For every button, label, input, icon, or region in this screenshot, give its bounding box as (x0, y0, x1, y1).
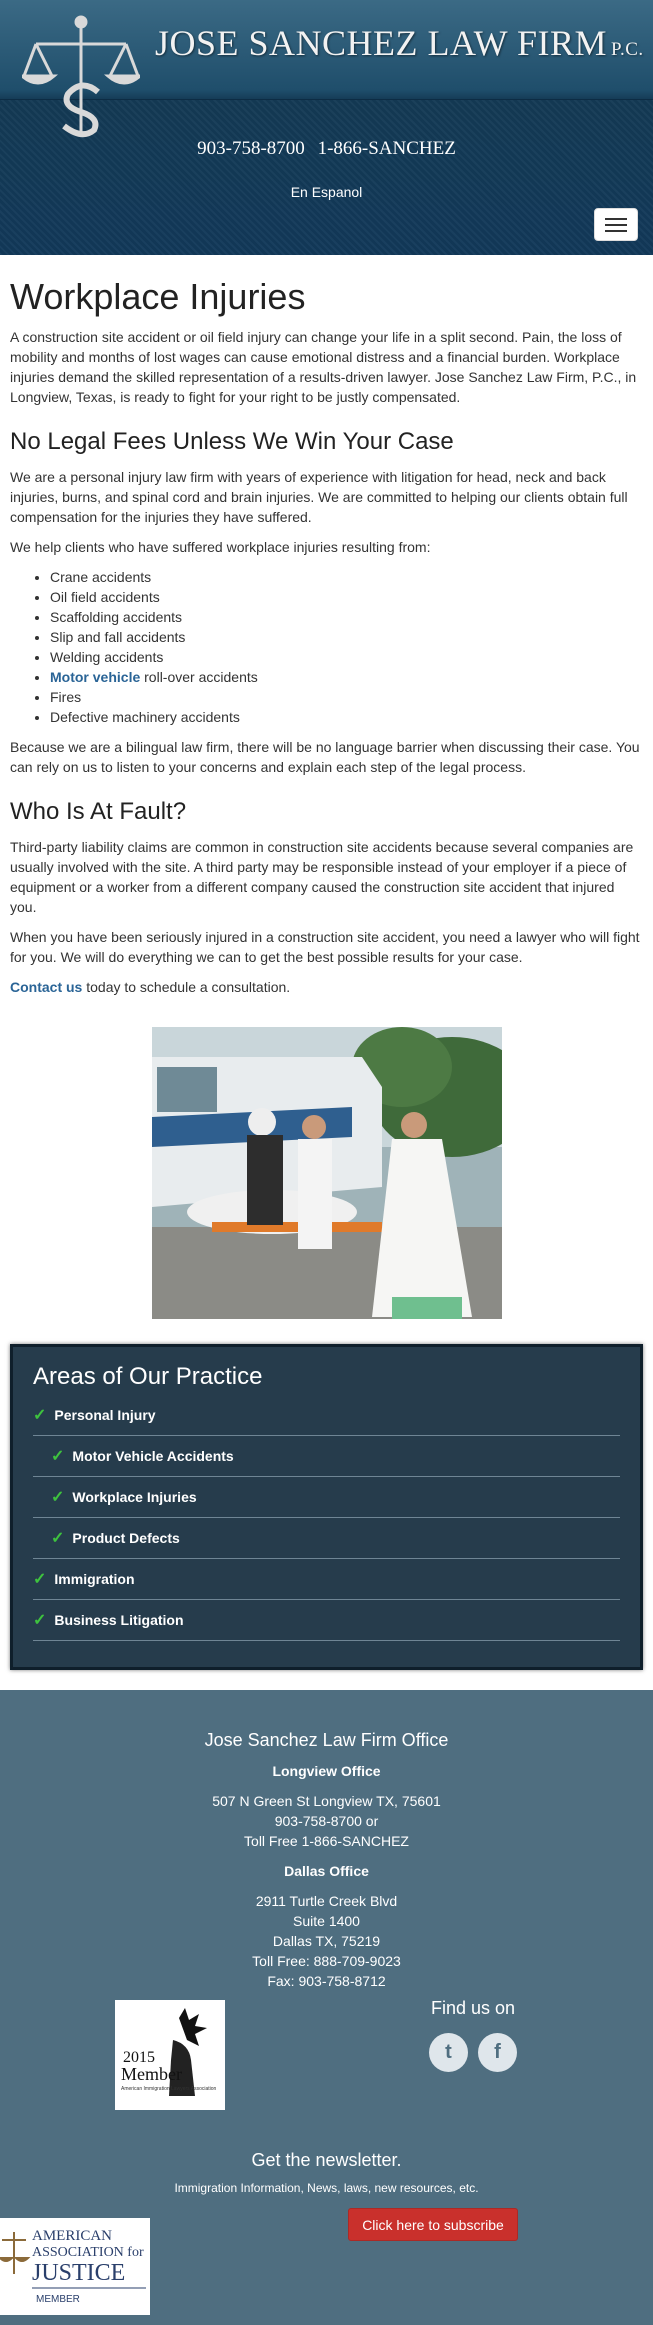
aaj-logo-graphic: AMERICAN ASSOCIATION for JUSTICE MEMBER (0, 2228, 146, 2305)
checkmark-icon: ✓ (51, 1530, 65, 1547)
contact-paragraph: Contact us today to schedule a consultat… (10, 977, 643, 997)
section-heading-fault: Who Is At Fault? (10, 798, 187, 825)
phone-link-1[interactable]: 903-758-8700 (197, 138, 305, 159)
third-party-paragraph: Third-party liability claims are common … (10, 839, 634, 915)
twitter-icon[interactable]: t (429, 2033, 468, 2072)
statue-of-liberty-icon: 2015 Member American Immigration Lawyers… (121, 2008, 217, 2096)
firm-suffix: P.C. (611, 39, 644, 60)
practice-item-label: Immigration (54, 1571, 135, 1587)
intro-paragraph: A construction site accident or oil fiel… (10, 329, 637, 405)
address-line: Dallas TX, 75219 (272, 1933, 381, 1949)
site-header: JOSE SANCHEZ LAW FIRM P.C. 903-758-8700 1… (0, 0, 653, 255)
list-intro: We help clients who have suffered workpl… (10, 539, 431, 555)
aaj-line-4: MEMBER (36, 2294, 80, 2305)
phone-line[interactable]: 903-758-8700 or (0, 1811, 653, 1831)
helicopter-rescue-photo (151, 1027, 502, 1319)
list-item: Scaffolding accidents (50, 607, 643, 627)
firm-name[interactable]: JOSE SANCHEZ LAW FIRM P.C. (155, 22, 644, 64)
subscribe-button[interactable]: Click here to subscribe (348, 2208, 518, 2241)
tollfree-line[interactable]: Toll Free 1-866-SANCHEZ (0, 1831, 653, 1851)
practice-item-product-defects[interactable]: ✓ Product Defects (33, 1518, 620, 1559)
list-item: Defective machinery accidents (50, 707, 643, 727)
find-us-label: Find us on (430, 1998, 516, 2018)
checkmark-icon: ✓ (33, 1571, 47, 1588)
practice-item-label: Motor Vehicle Accidents (72, 1448, 234, 1464)
experience-paragraph: We are a personal injury law firm with y… (10, 469, 628, 525)
aaj-line-2: ASSOCIATION for (32, 2245, 144, 2260)
aila-member-badge[interactable]: 2015 Member American Immigration Lawyers… (115, 2000, 225, 2110)
practice-areas-title: Areas of Our Practice (33, 1363, 263, 1390)
fax-line: Fax: 903-758-8712 (267, 1973, 386, 1989)
aaj-line-1: AMERICAN (32, 2228, 112, 2244)
contact-rest: today to schedule a consultation. (82, 979, 291, 995)
social-section: Find us on t f (428, 1998, 518, 2072)
list-item: Fires (50, 687, 643, 707)
dallas-address: 2911 Turtle Creek Blvd Suite 1400 Dallas… (0, 1891, 653, 1991)
fight-paragraph: When you have been seriously injured in … (10, 929, 640, 965)
practice-item-label: Business Litigation (54, 1612, 184, 1628)
checkmark-icon: ✓ (51, 1448, 65, 1465)
menu-bar-icon (605, 223, 627, 226)
address-line: Suite 1400 (293, 1913, 360, 1929)
list-item: Welding accidents (50, 647, 643, 667)
phone-link-2[interactable]: 1-866-SANCHEZ (318, 138, 456, 159)
newsletter-subtitle: Immigration Information, News, laws, new… (174, 2181, 479, 2195)
social-icons: t f (428, 2033, 518, 2072)
facebook-icon[interactable]: f (478, 2033, 517, 2072)
newsletter-section: Get the newsletter. Immigration Informat… (0, 2150, 653, 2195)
menu-bar-icon (605, 217, 627, 220)
firm-name-text: JOSE SANCHEZ LAW FIRM (155, 23, 607, 63)
header-banner: JOSE SANCHEZ LAW FIRM P.C. (0, 0, 653, 138)
scales-of-justice-logo[interactable] (22, 14, 140, 138)
motor-vehicle-link[interactable]: Motor vehicle (50, 669, 140, 685)
practice-item-workplace[interactable]: ✓ Workplace Injuries (33, 1477, 620, 1518)
badge-word: Member (121, 2064, 182, 2084)
practice-item-motor-vehicle[interactable]: ✓ Motor Vehicle Accidents (33, 1436, 620, 1477)
phone-numbers: 903-758-8700 1-866-SANCHEZ (0, 138, 653, 160)
bilingual-paragraph: Because we are a bilingual law firm, the… (10, 739, 640, 775)
practice-item-business-litigation[interactable]: ✓ Business Litigation (33, 1600, 620, 1641)
list-item: Slip and fall accidents (50, 627, 643, 647)
longview-address: 507 N Green St Longview TX, 75601 903-75… (0, 1791, 653, 1851)
page-title: Workplace Injuries (10, 276, 306, 317)
tollfree-line[interactable]: Toll Free: 888-709-9023 (0, 1951, 653, 1971)
address-line: 507 N Green St Longview TX, 75601 (212, 1793, 441, 1809)
footer-office-title: Jose Sanchez Law Firm Office (204, 1730, 449, 1750)
practice-item-label: Product Defects (72, 1530, 180, 1546)
contact-us-link[interactable]: Contact us (10, 979, 82, 995)
photo-container (10, 1027, 643, 1324)
practice-item-personal-injury[interactable]: ✓ Personal Injury (33, 1395, 620, 1436)
practice-item-immigration[interactable]: ✓ Immigration (33, 1559, 620, 1600)
section-heading-fees: No Legal Fees Unless We Win Your Case (10, 428, 454, 455)
longview-office-heading: Longview Office (272, 1763, 381, 1779)
injury-list: Crane accidents Oil field accidents Scaf… (50, 567, 643, 727)
main-content: Workplace Injuries A construction site a… (0, 277, 653, 1324)
practice-item-label: Workplace Injuries (72, 1489, 197, 1505)
checkmark-icon: ✓ (33, 1407, 47, 1424)
list-item: Oil field accidents (50, 587, 643, 607)
checkmark-icon: ✓ (51, 1489, 65, 1506)
checkmark-icon: ✓ (33, 1612, 47, 1629)
aaj-line-3: JUSTICE (32, 2260, 125, 2286)
dallas-office-heading: Dallas Office (284, 1863, 369, 1879)
menu-bar-icon (605, 229, 627, 232)
practice-item-label: Personal Injury (54, 1407, 156, 1423)
espanol-link[interactable]: En Espanol (0, 184, 653, 200)
badge-org: American Immigration Lawyers Association (121, 2086, 217, 2092)
hamburger-menu-button[interactable] (594, 208, 638, 241)
list-item: Crane accidents (50, 567, 643, 587)
aaj-member-logo[interactable]: AMERICAN ASSOCIATION for JUSTICE MEMBER (0, 2218, 150, 2315)
site-footer: Jose Sanchez Law Firm Office Longview Of… (0, 1690, 653, 2325)
practice-areas-panel: Areas of Our Practice ✓ Personal Injury … (10, 1344, 643, 1670)
motor-vehicle-rest: roll-over accidents (140, 669, 258, 685)
list-item: Motor vehicle roll-over accidents (50, 667, 643, 687)
address-line: 2911 Turtle Creek Blvd (255, 1893, 398, 1909)
newsletter-title: Get the newsletter. (251, 2150, 402, 2170)
